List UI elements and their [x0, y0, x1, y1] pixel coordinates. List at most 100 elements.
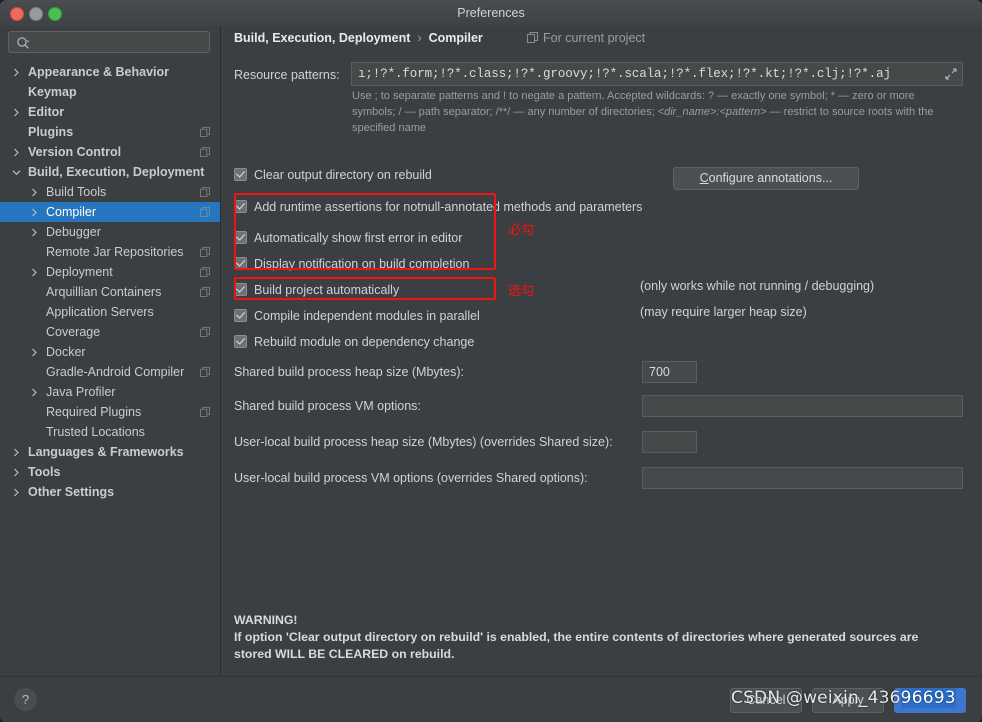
- hint-line-1: Use ; to separate patterns and ! to nega…: [352, 90, 915, 102]
- project-scope-icon: [527, 32, 538, 43]
- project-scope-icon: [200, 407, 210, 417]
- expand-icon[interactable]: [945, 68, 957, 80]
- project-scope-icon: [200, 367, 210, 377]
- resource-patterns-input[interactable]: ı;!?*.form;!?*.class;!?*.groovy;!?*.scal…: [351, 62, 963, 86]
- breadcrumb-current: Compiler: [428, 31, 483, 45]
- sidebar-item-coverage[interactable]: Coverage: [0, 322, 220, 342]
- project-scope-icon: [200, 207, 210, 217]
- cancel-button[interactable]: Cancel: [730, 688, 802, 713]
- apply-button[interactable]: Apply: [812, 688, 884, 713]
- checkbox-input[interactable]: [234, 335, 247, 348]
- checkbox-input[interactable]: [234, 257, 247, 270]
- warning-title: WARNING!: [234, 613, 298, 627]
- hint-line-2b: <dir_name>:<pattern>: [657, 106, 767, 118]
- sidebar-item-deployment[interactable]: Deployment: [0, 262, 220, 282]
- search-icon: [17, 37, 30, 49]
- sidebar-item-editor[interactable]: Editor: [0, 102, 220, 122]
- input-user-local-build-process-vm-options-overrides-sh[interactable]: [642, 467, 963, 489]
- resource-patterns-hint: Use ; to separate patterns and ! to nega…: [352, 88, 957, 136]
- sidebar-item-application-servers[interactable]: Application Servers: [0, 302, 220, 322]
- sidebar-item-required-plugins[interactable]: Required Plugins: [0, 402, 220, 422]
- title-bar: Preferences: [0, 0, 982, 27]
- sidebar-item-appearance-behavior[interactable]: Appearance & Behavior: [0, 62, 220, 82]
- settings-content-panel: Build, Execution, Deployment › Compiler Fo…: [221, 26, 982, 676]
- sidebar-item-gradle-android-compiler[interactable]: Gradle-Android Compiler: [0, 362, 220, 382]
- chevron-right-icon[interactable]: [12, 448, 21, 457]
- hint-line-3: specified name: [352, 122, 426, 134]
- build-automatically-note: (only works while not running / debuggin…: [640, 279, 875, 293]
- chevron-right-icon[interactable]: [30, 388, 39, 397]
- chevron-right-icon[interactable]: [30, 228, 39, 237]
- project-scope-icon: [200, 187, 210, 197]
- project-scope-icon: [200, 127, 210, 137]
- chevron-right-icon[interactable]: [12, 148, 21, 157]
- project-scope-icon: [200, 267, 210, 277]
- configure-annotations-mnemonic: C: [699, 171, 709, 185]
- sidebar-item-build-execution-deployment[interactable]: Build, Execution, Deployment: [0, 162, 220, 182]
- configure-annotations-button[interactable]: Configure annotations...: [673, 167, 859, 190]
- sidebar-item-languages-frameworks[interactable]: Languages & Frameworks: [0, 442, 220, 462]
- sidebar-item-tools[interactable]: Tools: [0, 462, 220, 482]
- sidebar-item-label: Other Settings: [28, 485, 115, 499]
- sidebar-item-other-settings[interactable]: Other Settings: [0, 482, 220, 502]
- chevron-right-icon[interactable]: [12, 488, 21, 497]
- sidebar-item-label: Remote Jar Repositories: [46, 245, 184, 259]
- sidebar-item-build-tools[interactable]: Build Tools: [0, 182, 220, 202]
- help-button[interactable]: ?: [14, 688, 37, 711]
- chevron-right-icon[interactable]: [30, 208, 39, 217]
- sidebar-item-docker[interactable]: Docker: [0, 342, 220, 362]
- configure-annotations-label: onfigure annotations...: [708, 171, 833, 185]
- sidebar-item-compiler[interactable]: Compiler: [0, 202, 220, 222]
- dialog-footer: ? Cancel Apply OK: [0, 676, 982, 722]
- input-user-local-build-process-heap-size-mbytes-overri[interactable]: [642, 431, 697, 453]
- sidebar-item-remote-jar-repositories[interactable]: Remote Jar Repositories: [0, 242, 220, 262]
- ok-button[interactable]: OK: [894, 688, 966, 713]
- sidebar-item-plugins[interactable]: Plugins: [0, 122, 220, 142]
- label-shared-build-process-vm-options: Shared build process VM options:: [234, 399, 421, 413]
- sidebar-item-label: Compiler: [46, 205, 97, 219]
- checkbox-input[interactable]: [234, 200, 247, 213]
- checkbox-input[interactable]: [234, 168, 247, 181]
- sidebar-item-arquillian-containers[interactable]: Arquillian Containers: [0, 282, 220, 302]
- sidebar-item-label: Keymap: [28, 85, 77, 99]
- chevron-right-icon[interactable]: [30, 188, 39, 197]
- chevron-right-icon[interactable]: [30, 348, 39, 357]
- checkbox-label: Clear output directory on rebuild: [254, 168, 432, 182]
- sidebar-item-java-profiler[interactable]: Java Profiler: [0, 382, 220, 402]
- input-shared-build-process-heap-size-mbytes[interactable]: 700: [642, 361, 697, 383]
- chevron-right-icon[interactable]: [30, 268, 39, 277]
- parallel-modules-note: (may require larger heap size): [640, 305, 807, 319]
- checkbox-input[interactable]: [234, 231, 247, 244]
- chevron-down-icon[interactable]: [12, 168, 21, 177]
- sidebar-item-version-control[interactable]: Version Control: [0, 142, 220, 162]
- sidebar-item-label: Appearance & Behavior: [28, 65, 170, 79]
- search-box[interactable]: [8, 31, 210, 54]
- checkbox-label: Display notification on build completion: [254, 257, 470, 271]
- chevron-right-icon[interactable]: [12, 108, 21, 117]
- input-shared-build-process-vm-options[interactable]: [642, 395, 963, 417]
- search-input[interactable]: [35, 32, 209, 54]
- project-scope-icon: [200, 327, 210, 337]
- project-scope-icon: [200, 287, 210, 297]
- project-scope-icon: [200, 247, 210, 257]
- sidebar-item-label: Docker: [46, 345, 86, 359]
- sidebar-item-label: Build Tools: [46, 185, 107, 199]
- label-user-local-build-process-vm-options-overrides-sh: User-local build process VM options (ove…: [234, 471, 588, 485]
- checkbox-input[interactable]: [234, 309, 247, 322]
- warning-line-2: stored WILL BE CLEARED on rebuild.: [234, 647, 455, 661]
- settings-sidebar: Appearance & Behavior Keymap Editor Plugins…: [0, 26, 221, 676]
- checkbox-label: Automatically show first error in editor: [254, 231, 463, 245]
- breadcrumb-parent[interactable]: Build, Execution, Deployment: [234, 31, 410, 45]
- breadcrumb: Build, Execution, Deployment › Compiler: [234, 31, 483, 45]
- sidebar-item-trusted-locations[interactable]: Trusted Locations: [0, 422, 220, 442]
- chevron-right-icon[interactable]: [12, 468, 21, 477]
- sidebar-item-label: Application Servers: [46, 305, 154, 319]
- chevron-right-icon[interactable]: [12, 68, 21, 77]
- sidebar-item-debugger[interactable]: Debugger: [0, 222, 220, 242]
- annotation-label-must-check: 必勾: [508, 223, 535, 238]
- checkbox-input[interactable]: [234, 283, 247, 296]
- sidebar-item-keymap[interactable]: Keymap: [0, 82, 220, 102]
- sidebar-item-label: Tools: [28, 465, 61, 479]
- checkbox-label: Compile independent modules in parallel: [254, 309, 480, 323]
- annotation-label-optional-check: 选勾: [508, 284, 535, 299]
